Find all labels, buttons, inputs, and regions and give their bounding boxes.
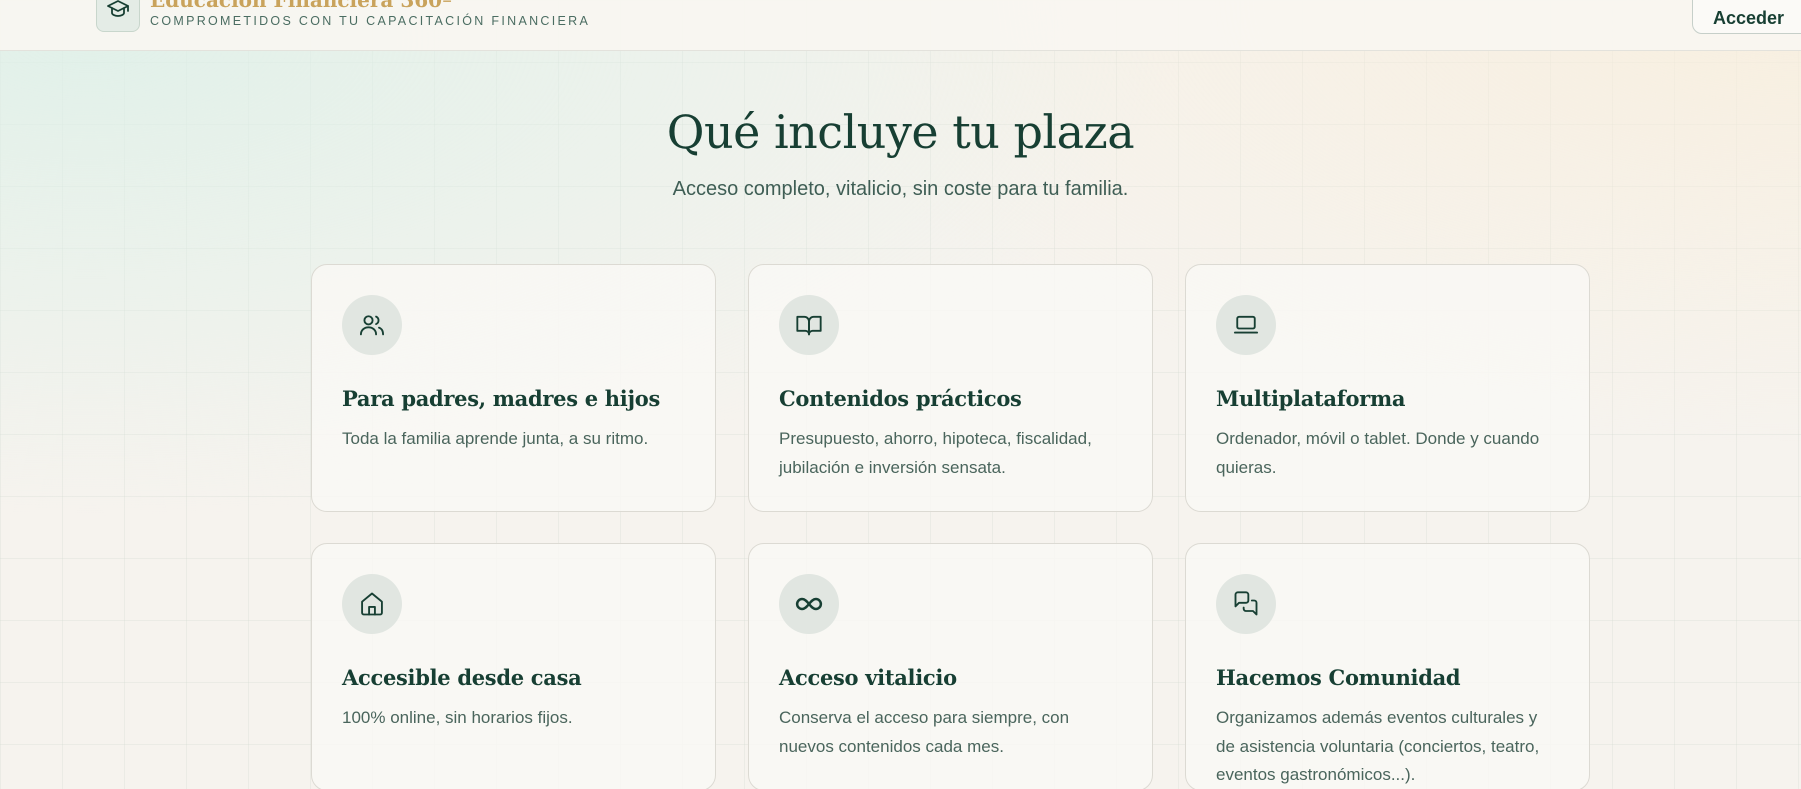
site-header: Educación Financiera 360º COMPROMETIDOS … xyxy=(0,0,1801,51)
feature-card-community: Hacemos Comunidad Organizamos además eve… xyxy=(1185,543,1590,789)
feature-card-description: Toda la familia aprende junta, a su ritm… xyxy=(342,429,649,448)
features-grid: Para padres, madres e hijos Toda la fami… xyxy=(311,264,1590,789)
brand-tagline: COMPROMETIDOS CON TU CAPACITACIÓN FINANC… xyxy=(150,14,591,28)
feature-card-home: Accesible desde casa 100% online, sin ho… xyxy=(311,543,716,789)
laptop-icon xyxy=(1216,295,1276,355)
home-icon xyxy=(342,574,402,634)
brand-text: Educación Financiera 360º COMPROMETIDOS … xyxy=(150,0,590,28)
feature-card-description: Ordenador, móvil o tablet. Donde y cuand… xyxy=(1216,429,1540,477)
feature-card-title: Hacemos Comunidad xyxy=(1216,665,1461,690)
feature-card-title: Acceso vitalicio xyxy=(779,665,957,690)
feature-card-families: Para padres, madres e hijos Toda la fami… xyxy=(311,264,716,512)
brand-name: Educación Financiera 360º xyxy=(150,0,453,12)
feature-card-title: Contenidos prácticos xyxy=(779,386,1022,411)
infinity-icon xyxy=(779,574,839,634)
login-button[interactable]: Acceder xyxy=(1692,0,1801,34)
section-subtitle: Acceso completo, vitalicio, sin coste pa… xyxy=(672,178,1129,200)
feature-card-multiplatform: Multiplataforma Ordenador, móvil o table… xyxy=(1185,264,1590,512)
brand[interactable]: Educación Financiera 360º COMPROMETIDOS … xyxy=(96,0,590,32)
feature-card-lifetime: Acceso vitalicio Conserva el acceso para… xyxy=(748,543,1153,789)
feature-card-title: Para padres, madres e hijos xyxy=(342,386,660,411)
feature-card-description: Presupuesto, ahorro, hipoteca, fiscalida… xyxy=(779,429,1092,477)
chat-bubbles-icon xyxy=(1216,574,1276,634)
section-title: Qué incluye tu plaza xyxy=(666,105,1135,159)
feature-card-description: Organizamos además eventos culturales y … xyxy=(1216,708,1540,784)
feature-card-description: Conserva el acceso para siempre, con nue… xyxy=(779,708,1070,756)
book-open-icon xyxy=(779,295,839,355)
users-icon xyxy=(342,295,402,355)
graduation-cap-icon xyxy=(96,0,140,32)
feature-card-description: 100% online, sin horarios fijos. xyxy=(342,708,573,727)
feature-card-title: Accesible desde casa xyxy=(342,665,582,690)
feature-card-content: Contenidos prácticos Presupuesto, ahorro… xyxy=(748,264,1153,512)
feature-card-title: Multiplataforma xyxy=(1216,386,1406,411)
